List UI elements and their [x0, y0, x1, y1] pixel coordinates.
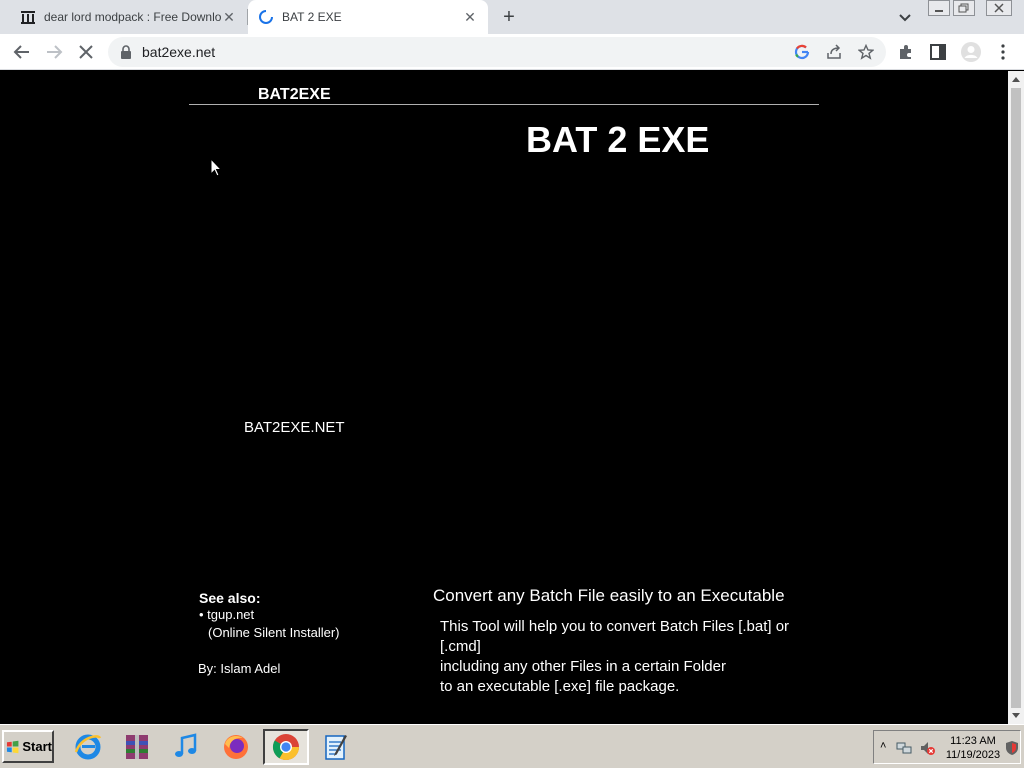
profile-avatar-icon[interactable]: [960, 41, 982, 63]
star-icon[interactable]: [858, 44, 874, 60]
side-brand-label: BAT2EXE.NET: [244, 419, 345, 436]
close-icon: [79, 45, 93, 59]
close-tab-icon[interactable]: ✕: [462, 9, 478, 25]
start-label: Start: [22, 739, 52, 754]
arrow-down-icon: [1012, 713, 1020, 718]
author-credit: By: Islam Adel: [198, 661, 281, 676]
back-button[interactable]: [12, 42, 32, 62]
volume-muted-icon[interactable]: [919, 740, 935, 756]
url-text: bat2exe.net: [142, 44, 216, 60]
system-tray: ˄ 11:23 AM 11/19/2023: [873, 730, 1021, 764]
description-line: This Tool will help you to convert Batch…: [440, 618, 790, 635]
arrow-right-icon: [47, 45, 63, 59]
tab-strip: dear lord modpack : Free Download ✕ BAT …: [0, 0, 1024, 34]
scroll-up-button[interactable]: [1008, 71, 1024, 87]
header-divider: [189, 104, 819, 105]
extensions-icon[interactable]: [897, 43, 915, 61]
taskbar-itunes[interactable]: [163, 729, 209, 765]
site-logo[interactable]: BAT2EXE: [258, 86, 331, 104]
tgup-link[interactable]: • tgup.net: [199, 607, 254, 622]
scroll-down-button[interactable]: [1008, 708, 1024, 724]
forward-button[interactable]: [44, 42, 64, 62]
loading-spinner-icon: [259, 10, 273, 24]
see-also-heading: See also:: [199, 590, 261, 606]
tagline: Convert any Batch File easily to an Exec…: [433, 586, 785, 605]
start-button[interactable]: Start: [2, 730, 54, 763]
description-line: [.cmd]: [440, 638, 481, 655]
archive-org-icon: [21, 11, 35, 24]
description-line: to an executable [.exe] file package.: [440, 678, 680, 695]
show-hidden-icons-icon[interactable]: ˄: [880, 740, 886, 752]
restore-button[interactable]: [953, 0, 975, 16]
network-icon[interactable]: [896, 740, 912, 756]
taskbar-internet-explorer[interactable]: [65, 729, 111, 765]
taskbar: Start ˄ 11:23 AM 11/19/2023: [0, 724, 1024, 768]
minimize-button[interactable]: [928, 0, 950, 16]
new-tab-button[interactable]: +: [498, 6, 520, 28]
tab-title: dear lord modpack : Free Download: [44, 10, 221, 24]
tab-archive[interactable]: dear lord modpack : Free Download ✕: [0, 0, 247, 34]
side-panel-icon[interactable]: [929, 43, 947, 61]
vertical-scrollbar[interactable]: [1008, 71, 1024, 724]
windows-logo-icon: [6, 740, 19, 753]
chrome-icon: [272, 734, 300, 761]
firefox-icon: [224, 735, 248, 759]
address-bar[interactable]: bat2exe.net: [108, 37, 886, 67]
stop-loading-button[interactable]: [76, 42, 96, 62]
description-block: This Tool will help you to convert Batch…: [440, 617, 800, 697]
taskbar-winrar[interactable]: [114, 729, 160, 765]
close-window-button[interactable]: [986, 0, 1012, 16]
lock-icon: [121, 45, 131, 59]
arrow-left-icon: [13, 45, 29, 59]
mouse-cursor-icon: [210, 158, 222, 177]
page-viewport: BAT2EXE BAT 2 EXE BAT2EXE.NET See also: …: [0, 71, 1008, 724]
chevron-down-icon[interactable]: [896, 8, 914, 26]
tab-title: BAT 2 EXE: [282, 10, 342, 24]
itunes-icon: [175, 733, 197, 757]
close-icon: [994, 3, 1004, 13]
taskbar-firefox[interactable]: [213, 729, 259, 765]
clock-date: 11/19/2023: [945, 749, 1001, 761]
arrow-up-icon: [1012, 77, 1020, 82]
scroll-thumb[interactable]: [1011, 88, 1021, 708]
security-shield-icon[interactable]: [1004, 740, 1020, 756]
browser-toolbar: bat2exe.net: [0, 34, 1024, 70]
share-icon[interactable]: [826, 44, 842, 60]
taskbar-notepad[interactable]: [313, 729, 359, 765]
minimize-icon: [935, 10, 943, 12]
description-line: including any other Files in a certain F…: [440, 658, 726, 675]
restore-icon: [958, 3, 969, 13]
notepad-icon: [325, 735, 347, 760]
close-tab-icon[interactable]: ✕: [221, 9, 237, 25]
winrar-icon: [126, 735, 148, 759]
tgup-link-description: (Online Silent Installer): [208, 625, 340, 640]
tab-bat2exe[interactable]: BAT 2 EXE ✕: [248, 0, 488, 34]
google-icon[interactable]: [794, 44, 810, 60]
taskbar-chrome[interactable]: [263, 729, 309, 765]
system-clock[interactable]: 11:23 AM 11/19/2023: [944, 734, 1002, 762]
menu-dots-icon[interactable]: [994, 43, 1012, 61]
page-title: BAT 2 EXE: [526, 119, 710, 160]
internet-explorer-icon: [74, 734, 102, 760]
clock-time: 11:23 AM: [950, 735, 996, 747]
